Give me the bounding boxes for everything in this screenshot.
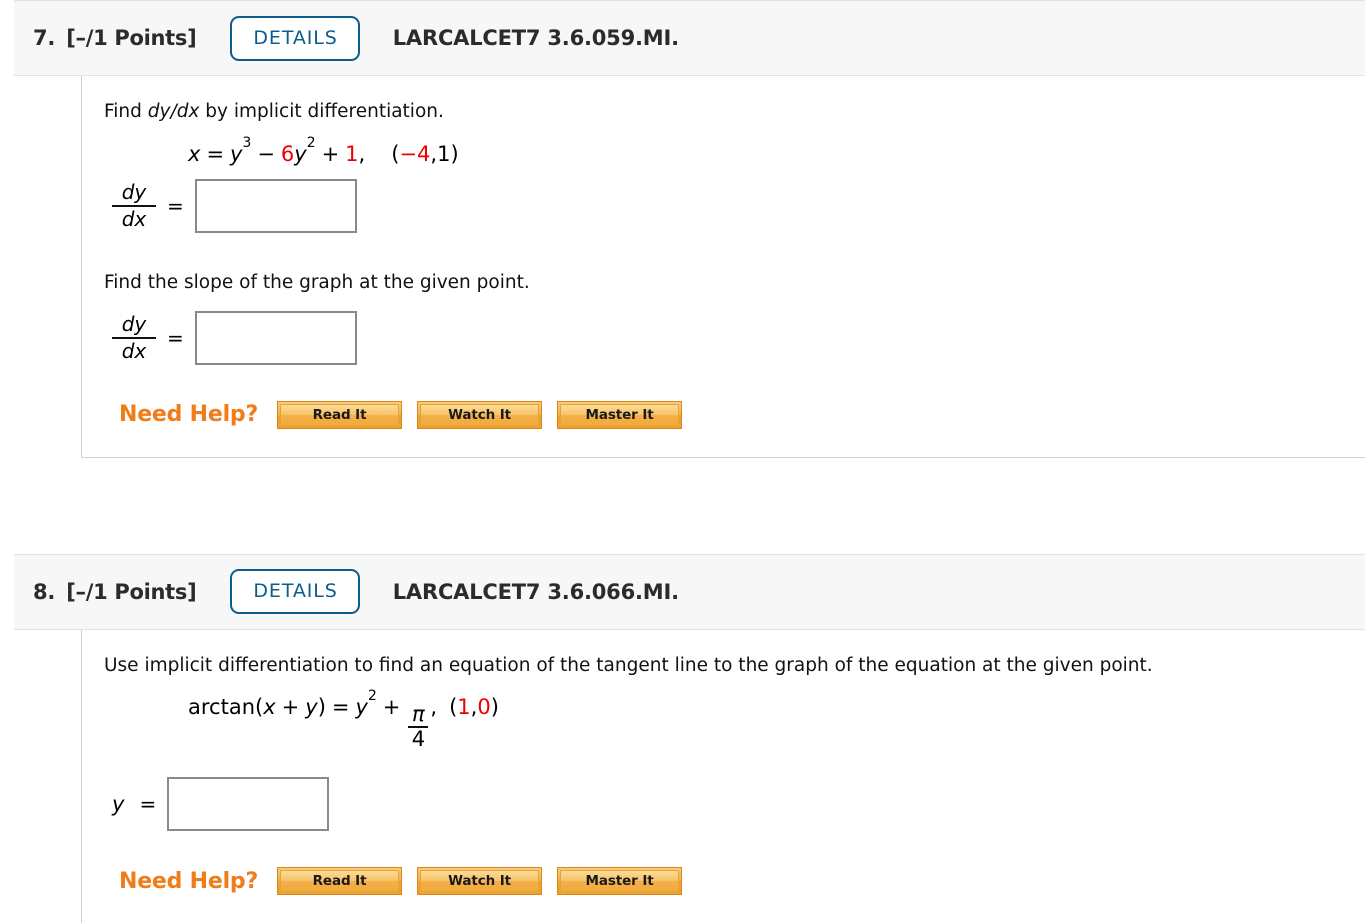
details-button[interactable]: DETAILS [230,16,359,61]
eq-term2-coef: 6 [281,142,294,166]
problem-header-8: 8. [–/1 Points] DETAILS LARCALCET7 3.6.0… [14,554,1365,630]
master-it-button[interactable]: Master It [557,401,682,429]
dydx-numerator: dy [122,313,147,335]
question-prompt-1: Find dy/dx by implicit differentiation. [104,98,1365,126]
need-help-row-8: Need Help? Read It Watch It Master It [119,867,1365,895]
eq-plus: + [322,144,340,165]
eq-term1-exp: 3 [242,135,251,151]
need-help-label: Need Help? [119,402,258,427]
eq-rhs-base: y [356,695,368,719]
eq-term3: 1 [345,144,358,165]
eq-term1-base: y [230,142,242,166]
eq-equals: = [206,144,224,165]
problem-body-7: Find dy/dx by implicit differentiation. … [81,76,1365,458]
question-prompt-2: Find the slope of the graph at the given… [104,269,1365,297]
point-close-paren: ) [450,144,458,165]
point-y: 1 [437,144,450,165]
master-it-label: Master It [560,870,679,892]
eq-arg-y: y [305,697,317,718]
problem-spacer [0,458,1365,554]
prompt-text-pre: Find [104,101,148,122]
answer-input-dydx-2[interactable] [195,311,357,365]
problem-body-8: Use implicit differentiation to find an … [81,630,1365,923]
question-prompt-1: Use implicit differentiation to find an … [104,652,1365,680]
fraction-denominator: 4 [409,728,428,750]
pi-over-four-fraction: π 4 [408,704,428,750]
watch-it-button[interactable]: Watch It [417,867,542,895]
dydx-fraction: dy dx [112,181,156,230]
need-help-row-7: Need Help? Read It Watch It Master It [119,401,1365,429]
point-open-paren: ( [449,697,457,718]
assignment-page: 7. [–/1 Points] DETAILS LARCALCET7 3.6.0… [0,0,1365,923]
equals-sign: = [139,792,156,816]
point-y: 0 [477,697,490,718]
point-close-paren: ) [491,697,499,718]
master-it-label: Master It [560,404,679,426]
answer-input-y[interactable] [167,777,329,831]
eq-lhs: x [188,144,200,165]
point-x: −4 [399,144,430,165]
answer-input-dydx-1[interactable] [195,179,357,233]
read-it-label: Read It [280,870,399,892]
watch-it-button[interactable]: Watch It [417,401,542,429]
problem-points: [–/1 Points] [66,26,196,50]
eq-arg-x: x [263,697,275,718]
answer-row-1: dy dx = [112,179,1365,233]
eq-comma: , [430,697,437,718]
eq-arg-plus: + [282,697,300,718]
equation-7: x = y3 − 6y2 + 1 , ( −4 , 1 ) [188,144,1365,165]
dydx-fraction: dy dx [112,313,156,362]
equation-8: arctan( x + y ) = y2 + π 4 , ( 1 , 0 ) [188,697,1365,743]
dydx-denominator: dx [122,340,147,362]
problem-header-7: 7. [–/1 Points] DETAILS LARCALCET7 3.6.0… [14,0,1365,76]
point-separator: , [471,697,478,718]
dydx-numerator: dy [122,181,147,203]
eq-plus: + [383,697,401,718]
dydx-denominator: dx [122,208,147,230]
prompt-text-dydx: dy/dx [148,101,200,122]
eq-function-name: arctan( [188,697,263,718]
eq-fn-close-paren: ) [318,697,326,718]
eq-rhs-exp: 2 [368,688,377,704]
eq-equals: = [332,697,350,718]
master-it-button[interactable]: Master It [557,867,682,895]
watch-it-label: Watch It [420,404,539,426]
problem-number: 7. [33,26,55,50]
problem-number: 8. [33,580,55,604]
details-button[interactable]: DETAILS [230,569,359,614]
equals-sign: = [167,194,184,218]
point-x: 1 [457,697,470,718]
prompt-text-post: by implicit differentiation. [199,101,443,122]
eq-comma: , [359,144,366,165]
need-help-label: Need Help? [119,869,258,894]
eq-minus: − [257,144,275,165]
problem-points: [–/1 Points] [66,580,196,604]
read-it-button[interactable]: Read It [277,401,402,429]
read-it-button[interactable]: Read It [277,867,402,895]
fraction-numerator: π [409,704,428,726]
equals-sign: = [167,326,184,350]
point-separator: , [430,144,437,165]
watch-it-label: Watch It [420,870,539,892]
answer-row-2: dy dx = [112,311,1365,365]
point-open-paren: ( [391,144,399,165]
eq-term2-base: y [294,142,306,166]
problem-code: LARCALCET7 3.6.066.MI. [393,580,679,604]
read-it-label: Read It [280,404,399,426]
eq-term2-exp: 2 [307,135,316,151]
problem-code: LARCALCET7 3.6.059.MI. [393,26,679,50]
y-label: y [112,792,124,816]
answer-row-y: y = [112,777,1365,831]
